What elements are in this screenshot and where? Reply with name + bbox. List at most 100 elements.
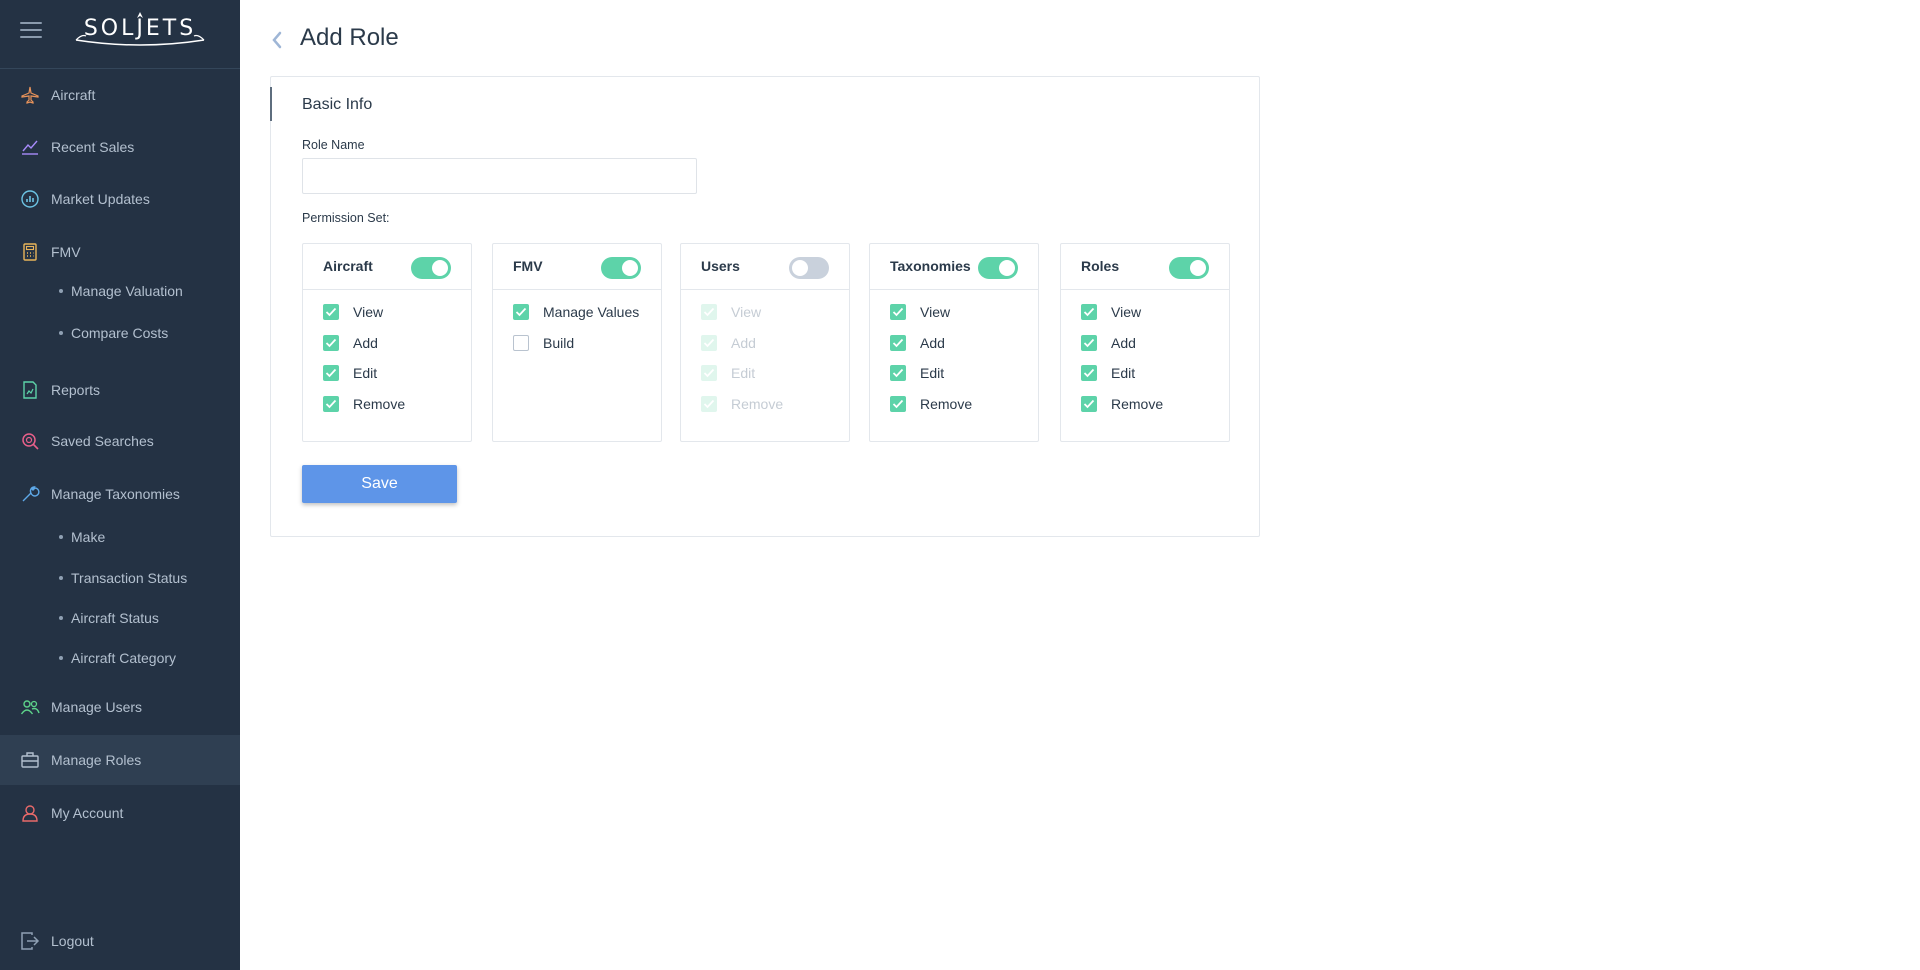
permission-checkbox-row[interactable]: Edit <box>323 365 405 396</box>
permission-label: Edit <box>731 365 756 381</box>
permission-list: Manage Values Build <box>513 304 639 365</box>
permission-list: View Add Edit Remove <box>890 304 972 426</box>
permission-checkbox-row[interactable]: Remove <box>323 395 405 427</box>
permission-checkbox-row[interactable]: View <box>1081 304 1163 335</box>
sidebar-item-manage-users[interactable]: Manage Users <box>0 682 240 732</box>
permission-checkbox-row: View <box>701 304 783 335</box>
checkbox-checked-icon <box>701 365 717 381</box>
basic-info-card: Basic Info Role Name Permission Set: Air… <box>270 76 1260 537</box>
permission-toggle[interactable] <box>411 257 451 279</box>
permission-toggle[interactable] <box>789 257 829 279</box>
sidebar-subitem-compare-costs[interactable]: Compare Costs <box>0 316 240 350</box>
permission-checkbox-row[interactable]: Add <box>1081 334 1163 366</box>
permission-card-header: Aircraft <box>303 244 471 290</box>
sidebar: SOLJETS Aircraft Recent Sales Market Updat… <box>0 0 240 970</box>
bullet-dot-icon <box>59 576 63 580</box>
sidebar-item-fmv[interactable]: FMV <box>0 227 240 277</box>
permission-toggle[interactable] <box>978 257 1018 279</box>
checkbox-checked-icon[interactable] <box>323 304 339 320</box>
permission-checkbox-row[interactable]: Add <box>890 334 972 366</box>
permission-checkbox-row[interactable]: Edit <box>890 365 972 396</box>
checkbox-checked-icon[interactable] <box>1081 365 1097 381</box>
permission-checkbox-row[interactable]: View <box>323 304 405 335</box>
sidebar-item-recent-sales[interactable]: Recent Sales <box>0 122 240 172</box>
checkbox-checked-icon[interactable] <box>1081 395 1097 412</box>
checkbox-checked-icon[interactable] <box>323 395 339 412</box>
permission-checkbox-row[interactable]: Remove <box>890 395 972 427</box>
sidebar-item-reports[interactable]: Reports <box>0 365 240 415</box>
permission-label: View <box>1111 304 1142 320</box>
permission-label: Edit <box>920 365 945 381</box>
permission-checkbox-row[interactable]: Build <box>513 334 639 366</box>
permission-checkbox-row[interactable]: Add <box>323 334 405 366</box>
sidebar-item-market-updates[interactable]: Market Updates <box>0 174 240 224</box>
sidebar-item-my-account[interactable]: My Account <box>0 788 240 838</box>
sidebar-item-label: Aircraft <box>51 87 96 103</box>
checkbox-unchecked-icon[interactable] <box>513 334 529 351</box>
permission-toggle[interactable] <box>1169 257 1209 279</box>
permission-label: Add <box>920 334 945 351</box>
sidebar-subitem-label: Make <box>71 529 106 545</box>
sidebar-subitem-aircraft-status[interactable]: Aircraft Status <box>0 601 240 635</box>
sidebar-item-saved-searches[interactable]: Saved Searches <box>0 416 240 466</box>
sidebar-subitem-make[interactable]: Make <box>0 520 240 554</box>
permission-label: Add <box>353 334 378 351</box>
sidebar-subitem-label: Manage Valuation <box>71 283 183 299</box>
sidebar-item-label: Recent Sales <box>51 139 135 155</box>
role-name-input[interactable] <box>302 158 697 194</box>
section-accent-bar <box>270 87 272 121</box>
sidebar-item-label: Manage Taxonomies <box>51 486 180 502</box>
wrench-icon <box>20 484 40 504</box>
checkbox-checked-icon[interactable] <box>323 365 339 381</box>
permission-card-roles: Roles View Add Edit Remove <box>1060 243 1230 442</box>
sidebar-subitem-transaction-status[interactable]: Transaction Status <box>0 561 240 595</box>
checkbox-checked-icon[interactable] <box>890 395 906 412</box>
sidebar-item-label: FMV <box>51 244 81 260</box>
permission-checkbox-row[interactable]: Remove <box>1081 395 1163 427</box>
permission-card-fmv: FMV Manage Values Build <box>492 243 662 442</box>
checkbox-checked-icon[interactable] <box>890 304 906 320</box>
permission-card-title: Aircraft <box>323 258 373 274</box>
sidebar-subitem-label: Aircraft Category <box>71 650 177 666</box>
logout-link[interactable]: Logout <box>0 916 240 966</box>
permission-label: Manage Values <box>543 304 640 320</box>
checkbox-checked-icon[interactable] <box>323 334 339 351</box>
checkbox-checked-icon <box>701 334 717 351</box>
plane-icon <box>20 85 40 105</box>
main-content: Add Role Basic Info Role Name Permission… <box>240 0 1920 970</box>
briefcase-icon <box>20 750 40 770</box>
permission-card-taxonomies: Taxonomies View Add Edit Remove <box>869 243 1039 442</box>
checkbox-checked-icon[interactable] <box>890 334 906 351</box>
permission-label: Remove <box>731 395 784 412</box>
permission-set-label: Permission Set: <box>302 211 390 225</box>
permission-checkbox-row[interactable]: Edit <box>1081 365 1163 396</box>
permission-checkbox-row[interactable]: View <box>890 304 972 335</box>
bar-chart-circle-icon <box>20 189 40 209</box>
back-chevron-icon[interactable] <box>270 28 284 52</box>
sidebar-item-aircraft[interactable]: Aircraft <box>0 70 240 120</box>
menu-toggle-icon[interactable] <box>20 22 42 40</box>
permission-card-users: Users View Add Edit Remove <box>680 243 850 442</box>
checkbox-checked-icon[interactable] <box>1081 304 1097 320</box>
checkbox-checked-icon <box>701 304 717 320</box>
permission-label: Add <box>1111 334 1136 351</box>
sidebar-subitem-label: Aircraft Status <box>71 610 159 626</box>
sidebar-item-manage-roles[interactable]: Manage Roles <box>0 735 240 785</box>
checkbox-checked-icon[interactable] <box>513 304 529 320</box>
logo[interactable]: SOLJETS <box>72 10 208 52</box>
permission-toggle[interactable] <box>601 257 641 279</box>
permission-checkbox-row[interactable]: Manage Values <box>513 304 639 335</box>
checkbox-checked-icon[interactable] <box>1081 334 1097 351</box>
sidebar-subitem-label: Compare Costs <box>71 325 169 341</box>
checkbox-checked-icon[interactable] <box>890 365 906 381</box>
save-button[interactable]: Save <box>302 465 457 503</box>
sidebar-item-manage-taxonomies[interactable]: Manage Taxonomies <box>0 469 240 519</box>
sidebar-subitem-aircraft-category[interactable]: Aircraft Category <box>0 641 240 675</box>
logout-icon <box>20 931 40 951</box>
user-icon <box>20 803 40 823</box>
sidebar-item-label: Manage Users <box>51 699 143 715</box>
permission-label: View <box>920 304 951 320</box>
permission-card-title: Roles <box>1081 258 1120 274</box>
sidebar-subitem-manage-valuation[interactable]: Manage Valuation <box>0 274 240 308</box>
permission-card-title: Taxonomies <box>890 258 971 274</box>
